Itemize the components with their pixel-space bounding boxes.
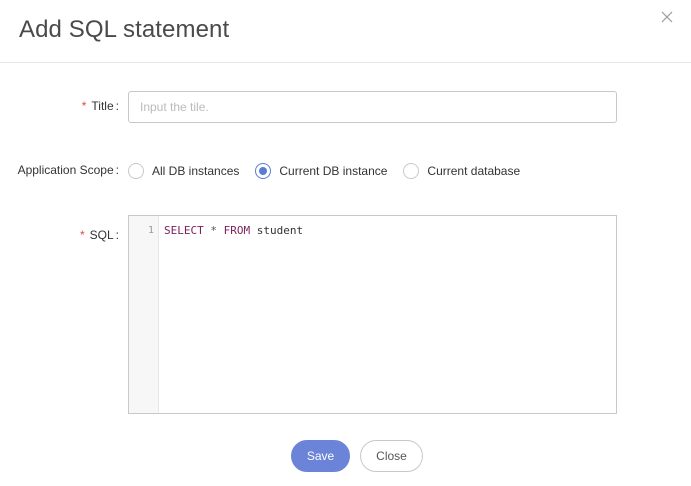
scope-radio-group: All DB instances Current DB instance Cur… (128, 162, 536, 180)
sql-code-line[interactable]: SELECT * FROM student (164, 224, 303, 237)
dialog-header: Add SQL statement (0, 0, 691, 63)
radio-button[interactable] (403, 163, 420, 179)
sql-identifier: student (256, 224, 304, 237)
title-label-colon: : (115, 99, 119, 113)
close-icon[interactable] (658, 8, 676, 26)
sql-label: * SQL: (80, 228, 119, 242)
scope-label-text: Application Scope (17, 163, 114, 177)
sql-label-text: SQL (89, 228, 114, 242)
radio-label: Current database (427, 164, 521, 178)
scope-label-colon: : (115, 163, 119, 177)
radio-current-database[interactable]: Current database (403, 163, 520, 179)
close-button[interactable]: Close (360, 440, 423, 472)
sql-keyword: SELECT (164, 224, 204, 237)
title-label: * Title: (82, 99, 119, 113)
dialog-title: Add SQL statement (19, 16, 230, 43)
save-button[interactable]: Save (291, 440, 350, 472)
required-mark: * (79, 228, 85, 242)
radio-current-db-instance[interactable]: Current DB instance (255, 163, 387, 179)
sql-operator: * (210, 224, 217, 237)
radio-all-db-instances[interactable]: All DB instances (128, 163, 239, 179)
scope-label: Application Scope: (18, 163, 119, 177)
sql-label-colon: : (115, 228, 119, 242)
title-input[interactable] (128, 91, 617, 123)
sql-editor[interactable]: 1 SELECT * FROM student (128, 215, 617, 414)
sql-keyword: FROM (223, 224, 251, 237)
radio-label: All DB instances (152, 164, 240, 178)
radio-button[interactable] (128, 163, 144, 179)
radio-button-checked[interactable] (255, 163, 272, 179)
line-number: 1 (147, 225, 154, 236)
title-label-text: Title (91, 99, 114, 113)
radio-label: Current DB instance (279, 164, 388, 178)
add-sql-dialog: Add SQL statement * Title: Application Sc… (0, 0, 691, 486)
editor-gutter: 1 (129, 216, 159, 413)
required-mark: * (81, 99, 87, 113)
